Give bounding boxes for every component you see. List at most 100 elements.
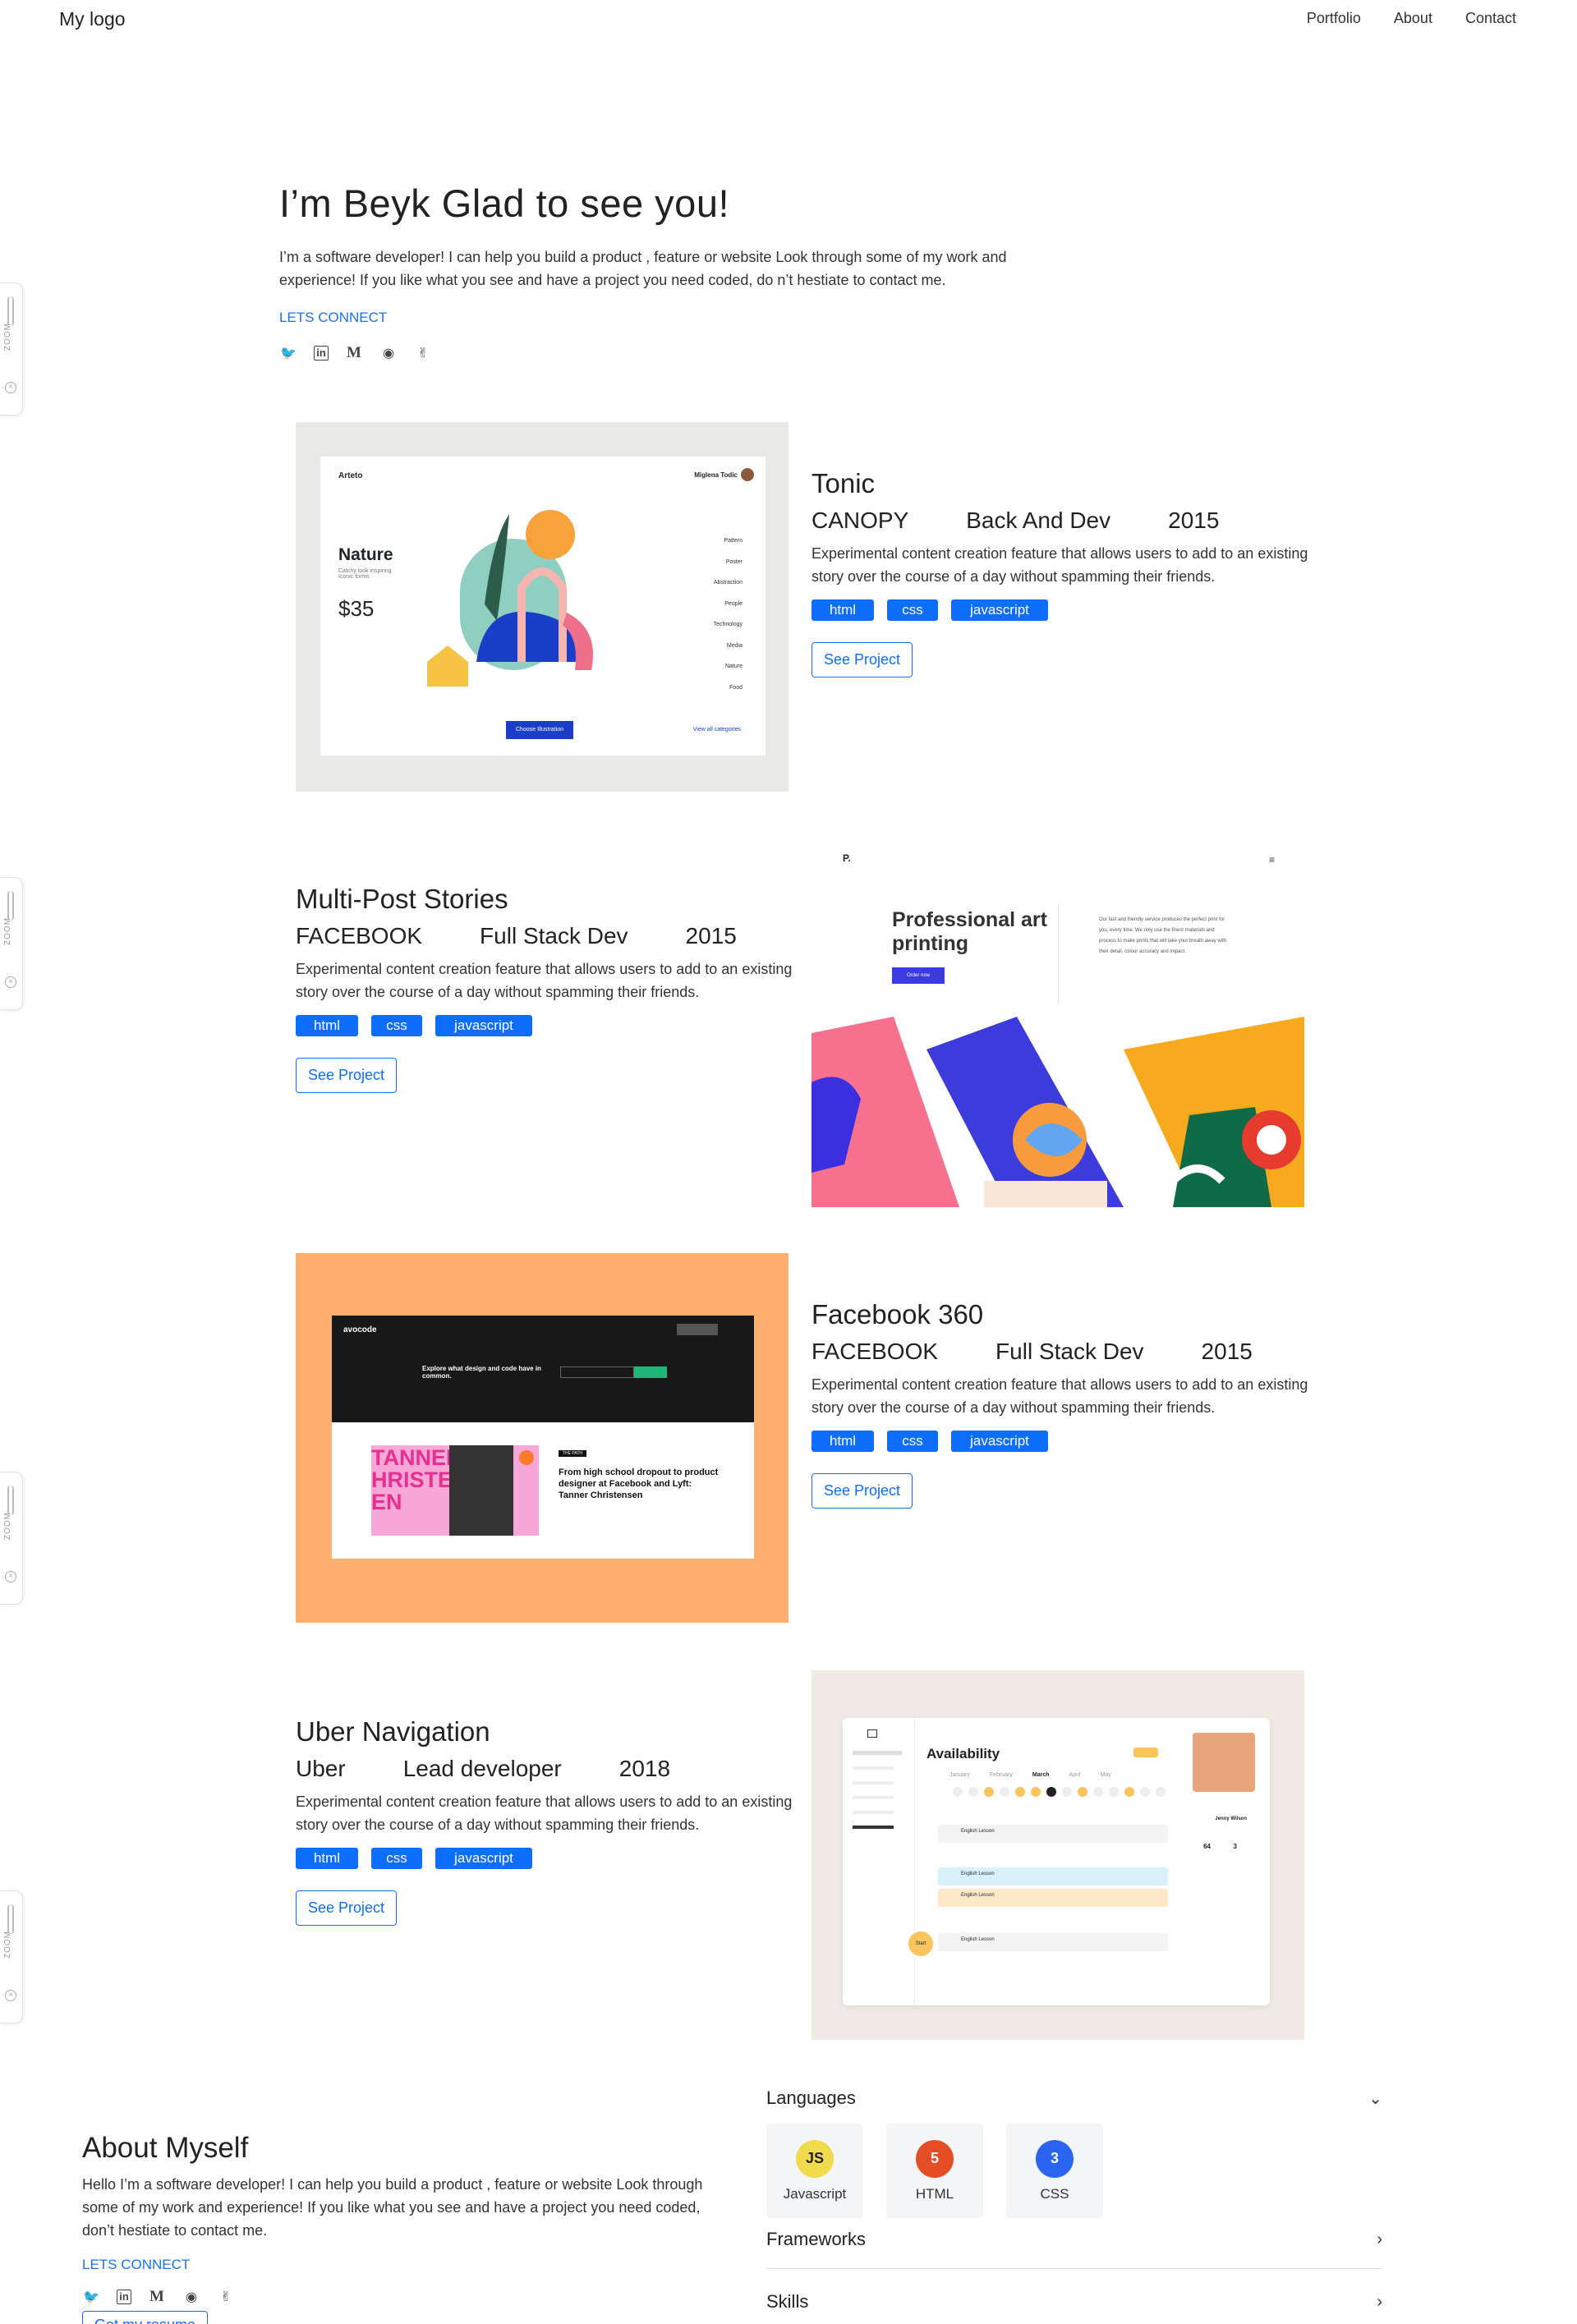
mock-cta-button[interactable]: Order now (892, 967, 945, 984)
project-company: CANOPY (811, 508, 909, 533)
tag-html: html (296, 1848, 358, 1869)
badge-icon (519, 1450, 534, 1465)
lesson-row[interactable]: English Lesson (938, 1889, 1168, 1907)
project-image-tonic[interactable]: Arteto Miglena Todic Nature Catchy look … (296, 422, 788, 792)
see-project-button[interactable]: See Project (296, 1890, 398, 1926)
menu-item[interactable]: Poster (714, 552, 743, 573)
close-icon[interactable]: × (5, 976, 16, 988)
project-image-multi-post[interactable]: P. ≡ Professional art printing Order now… (811, 838, 1304, 1207)
skills-header[interactable]: Skills › (766, 2291, 1382, 2324)
mock-email-input[interactable] (560, 1366, 634, 1378)
drag-grip-icon[interactable] (7, 296, 14, 326)
menu-item[interactable]: People (714, 594, 743, 615)
month-tab[interactable]: February (990, 1772, 1013, 1778)
github-icon[interactable]: ◉ (379, 345, 398, 361)
hand-icon[interactable]: ✌ (414, 345, 432, 361)
nav-contact-link[interactable]: Contact (1465, 10, 1516, 27)
art-illustration (811, 1017, 1304, 1207)
language-card-javascript: JS Javascript (766, 2124, 863, 2218)
see-project-button[interactable]: See Project (811, 1473, 913, 1509)
mock-user: Miglena Todic (694, 471, 738, 479)
close-icon[interactable]: × (5, 382, 16, 393)
hamburger-icon[interactable]: ≡ (1269, 854, 1275, 866)
tag-html: html (811, 1431, 874, 1452)
lesson-row[interactable]: English Lesson (938, 1933, 1168, 1951)
medium-icon[interactable]: M (345, 344, 363, 362)
social-links: 🐦 in M ◉ ✌ (279, 344, 1101, 362)
tag-javascript: javascript (951, 599, 1048, 621)
see-project-button[interactable]: See Project (296, 1058, 398, 1093)
menu-item[interactable]: Media (714, 636, 743, 657)
month-tab[interactable]: May (1101, 1772, 1111, 1778)
get-resume-button[interactable]: Get my resume (82, 2311, 209, 2324)
menu-item[interactable]: Abstraction (714, 572, 743, 594)
hero-text: I’m a software developer! I can help you… (279, 249, 1007, 288)
linkedin-icon[interactable]: in (314, 346, 329, 361)
frameworks-accordion: Frameworks › (766, 2229, 1382, 2269)
zoom-tab[interactable]: ZOOM × (0, 1472, 23, 1605)
tag-html: html (811, 599, 874, 621)
close-icon[interactable]: × (5, 1571, 16, 1582)
chevron-right-icon[interactable]: › (1377, 2293, 1382, 2312)
close-icon[interactable]: × (5, 1990, 16, 2001)
language-card-html: 5 HTML (886, 2124, 983, 2218)
mock-banner: Explore what design and code have in com… (422, 1365, 541, 1380)
project-role: Back And Dev (966, 508, 1111, 533)
nav-portfolio-link[interactable]: Portfolio (1307, 10, 1361, 27)
zoom-tab[interactable]: ZOOM × (0, 282, 23, 416)
mock-cta-button[interactable]: Choose Illustration (506, 721, 573, 739)
project-company: FACEBOOK (296, 923, 423, 948)
menu-item[interactable]: Pattern (714, 530, 743, 552)
see-project-button[interactable]: See Project (811, 642, 913, 677)
avatar (741, 468, 754, 481)
frameworks-header[interactable]: Frameworks › (766, 2229, 1382, 2268)
lets-connect-link[interactable]: LETS CONNECT (279, 310, 387, 326)
drag-grip-icon[interactable] (7, 1486, 14, 1515)
linkedin-icon[interactable]: in (117, 2290, 131, 2304)
skills-title: Skills (766, 2291, 809, 2312)
logo[interactable]: My logo (59, 8, 126, 30)
mock-add-button[interactable] (1133, 1748, 1158, 1757)
chevron-down-icon[interactable]: ⌄ (1368, 2088, 1382, 2109)
zoom-tab[interactable]: ZOOM × (0, 877, 23, 1010)
start-fab[interactable]: Start (908, 1931, 933, 1956)
mockup-window: Arteto Miglena Todic Nature Catchy look … (320, 457, 766, 756)
month-tab[interactable]: March (1032, 1772, 1050, 1778)
mock-subscribe-button[interactable] (634, 1366, 667, 1378)
lesson-row[interactable]: English Lesson (938, 1867, 1168, 1885)
lets-connect-link[interactable]: LETS CONNECT (82, 2257, 190, 2273)
lesson-row[interactable]: English Lesson (938, 1825, 1168, 1843)
medium-icon[interactable]: M (148, 2288, 166, 2306)
github-icon[interactable]: ◉ (182, 2289, 200, 2305)
html5-icon: 5 (916, 2139, 954, 2178)
menu-item[interactable]: Nature (714, 656, 743, 677)
month-tab[interactable]: January (949, 1772, 970, 1778)
zoom-tab[interactable]: ZOOM × (0, 1890, 23, 2023)
drag-grip-icon[interactable] (7, 891, 14, 921)
tag-list: html css javascript (296, 1848, 805, 1869)
twitter-icon[interactable]: 🐦 (82, 2289, 100, 2305)
menu-item[interactable]: Technology (714, 614, 743, 636)
languages-header[interactable]: Languages ⌄ (766, 2087, 1382, 2109)
project-description: Experimental content creation feature th… (811, 1376, 1308, 1416)
twitter-icon[interactable]: 🐦 (279, 345, 297, 361)
hand-icon[interactable]: ✌ (217, 2289, 235, 2305)
chevron-right-icon[interactable]: › (1377, 2230, 1382, 2249)
mock-category-menu: Pattern Poster Abstraction People Techno… (714, 530, 743, 698)
mockup-article: TANNER CHRISTENSEN THE PATH From high sc… (332, 1422, 754, 1559)
drag-grip-icon[interactable] (7, 1904, 14, 1934)
zoom-label: ZOOM (3, 917, 12, 945)
mock-sidebar (843, 1718, 915, 2005)
menu-item[interactable]: Food (714, 677, 743, 699)
tag-javascript: javascript (435, 1848, 532, 1869)
project-year: 2015 (1168, 508, 1220, 533)
month-tab[interactable]: April (1069, 1772, 1081, 1778)
project-image-facebook-360[interactable]: avocode Explore what design and code hav… (296, 1253, 788, 1623)
mock-header-button[interactable] (677, 1324, 718, 1335)
project-image-uber[interactable]: Availability January February March Apri… (811, 1670, 1304, 2040)
nav-about-link[interactable]: About (1394, 10, 1432, 27)
portrait (449, 1445, 513, 1536)
zoom-label: ZOOM (3, 1931, 12, 1959)
mock-copy: Our fast and friendly service produces t… (1099, 917, 1227, 954)
mock-link[interactable]: View all categories (693, 727, 741, 733)
